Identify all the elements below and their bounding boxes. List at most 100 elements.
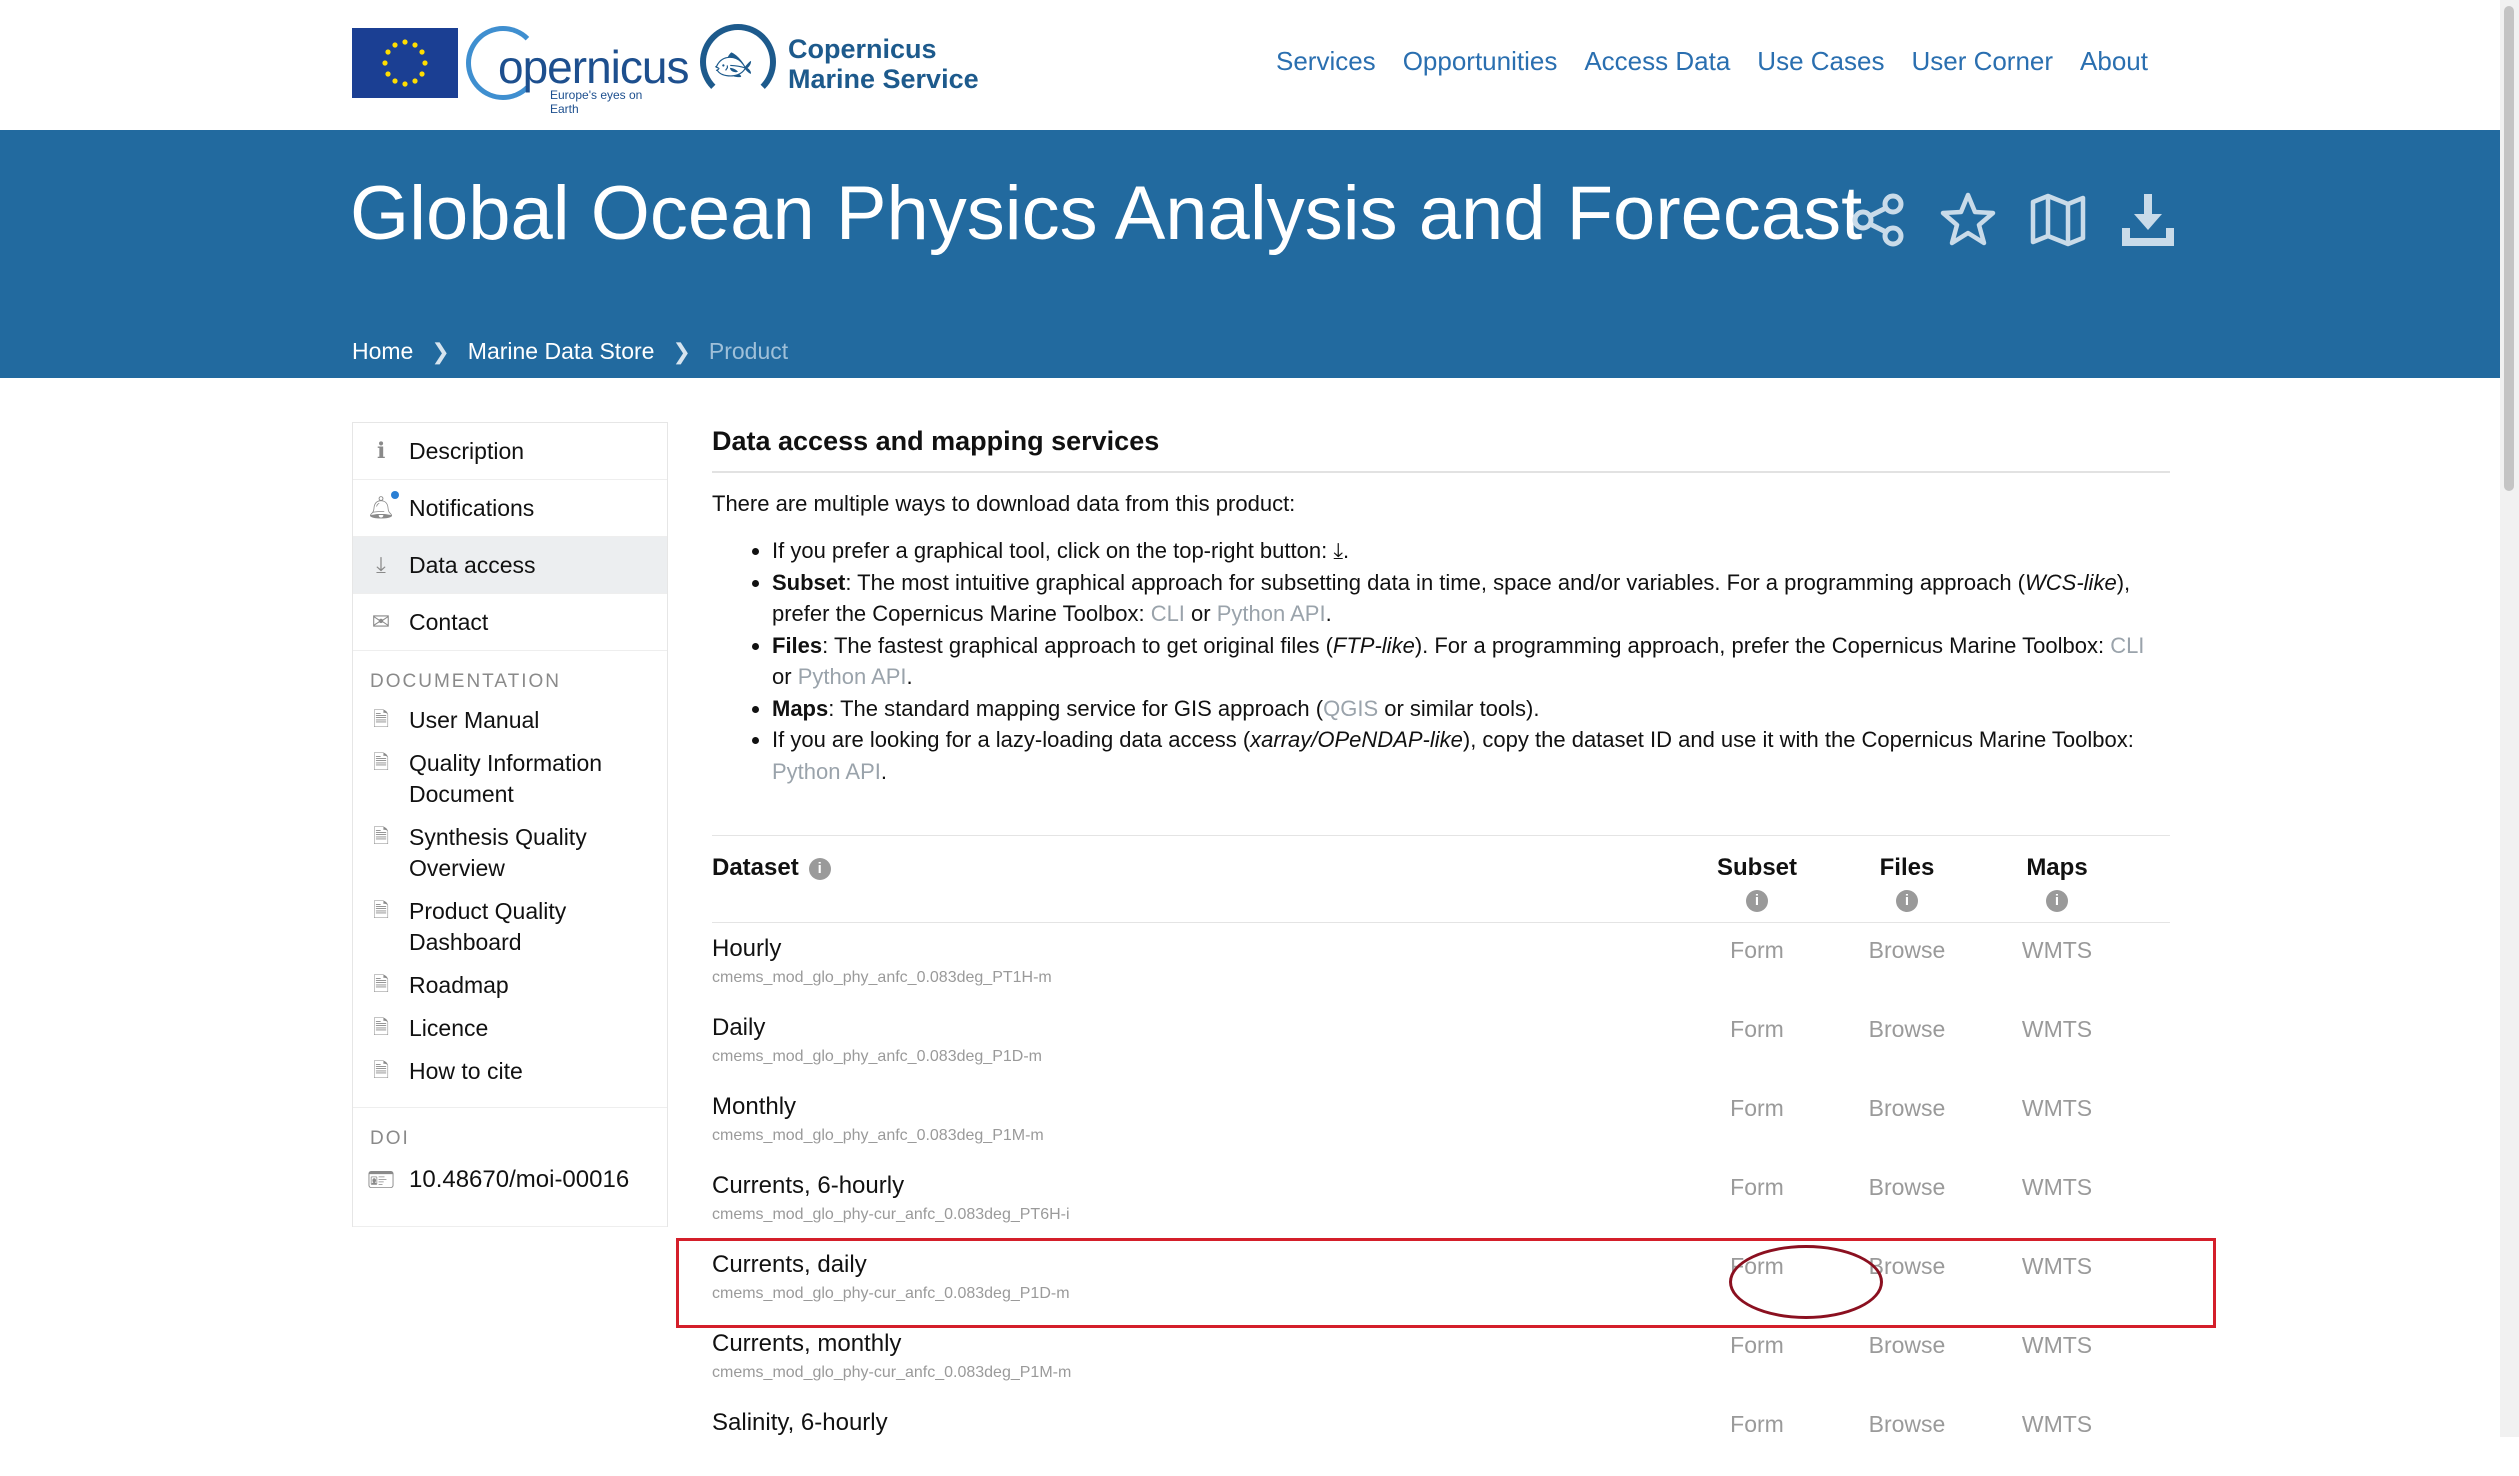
doc-link-quality-information[interactable]: 🗎 Quality Information Document (353, 742, 667, 816)
bullet-italic: WCS-like (2025, 569, 2117, 595)
python-api-link[interactable]: Python API (798, 664, 907, 689)
qgis-link[interactable]: QGIS (1323, 696, 1378, 721)
breadcrumb-marine-data-store[interactable]: Marine Data Store (468, 338, 655, 365)
sidebar-item-contact[interactable]: ✉ Contact (353, 594, 667, 651)
doi-value: 10.48670/moi-00016 (409, 1166, 630, 1193)
breadcrumb-home[interactable]: Home (352, 338, 413, 365)
doc-link-synthesis-quality[interactable]: 🗎 Synthesis Quality Overview (353, 816, 667, 890)
table-row: Hourly cmems_mod_glo_phy_anfc_0.083deg_P… (712, 923, 2170, 1002)
files-browse-link[interactable]: Browse (1832, 1095, 1982, 1122)
list-item: Maps: The standard mapping service for G… (772, 693, 2170, 725)
maps-wmts-link[interactable]: WMTS (1982, 1016, 2132, 1043)
copernicus-logo[interactable]: opernicus Europe's eyes on Earth (466, 26, 689, 116)
subset-form-link[interactable]: Form (1682, 937, 1832, 964)
maps-wmts-link[interactable]: WMTS (1982, 937, 2132, 964)
map-icon[interactable] (2028, 190, 2088, 250)
files-browse-link[interactable]: Browse (1832, 1174, 1982, 1201)
product-sidebar: ℹ Description 🔔︎ Notifications ⤓ Data ac… (352, 422, 668, 1227)
files-browse-link[interactable]: Browse (1832, 1411, 1982, 1438)
python-api-link[interactable]: Python API (1217, 601, 1326, 626)
table-row: Monthly cmems_mod_glo_phy_anfc_0.083deg_… (712, 1081, 2170, 1160)
doc-link-roadmap[interactable]: 🗎 Roadmap (353, 964, 667, 1007)
sidebar-item-label: Description (409, 437, 525, 464)
cli-link[interactable]: CLI (2110, 633, 2144, 658)
sidebar-item-label: Notifications (409, 494, 535, 521)
nav-about[interactable]: About (2080, 46, 2148, 77)
copernicus-wordmark: opernicus (498, 41, 689, 93)
files-browse-link[interactable]: Browse (1832, 1332, 1982, 1359)
document-icon: 🗎 (372, 709, 390, 731)
star-icon[interactable] (1938, 190, 1998, 250)
cms-logo[interactable]: 🐟︎ Copernicus Marine Service (700, 24, 990, 104)
cli-link[interactable]: CLI (1151, 601, 1185, 626)
breadcrumb-product: Product (708, 338, 789, 364)
share-icon[interactable] (1848, 190, 1908, 250)
download-icon: ⤓ (376, 552, 386, 577)
info-icon[interactable]: i (808, 857, 831, 880)
doc-link-how-to-cite[interactable]: 🗎 How to cite (353, 1050, 667, 1093)
sidebar-item-data-access[interactable]: ⤓ Data access (353, 537, 667, 594)
nav-user-corner[interactable]: User Corner (1911, 46, 2053, 77)
doc-label: Product Quality Dashboard (409, 898, 567, 955)
fish-icon: 🐟︎ (714, 49, 753, 82)
code-file-icon: 🗎 (372, 900, 390, 922)
doc-link-licence[interactable]: 🗎 Licence (353, 1007, 667, 1050)
nav-services[interactable]: Services (1276, 46, 1376, 77)
nav-access-data[interactable]: Access Data (1584, 46, 1730, 77)
document-icon: 🗎 (372, 826, 390, 848)
files-browse-link[interactable]: Browse (1832, 1016, 1982, 1043)
id-card-icon: 🪪︎ (367, 1167, 395, 1192)
sidebar-item-description[interactable]: ℹ Description (353, 423, 667, 480)
subset-column-header: Subset i (1682, 854, 1832, 912)
doi-section: DOI 🪪︎ 10.48670/moi-00016 (353, 1108, 667, 1227)
doc-label: Synthesis Quality Overview (409, 824, 587, 881)
files-browse-link[interactable]: Browse (1832, 937, 1982, 964)
subset-form-link[interactable]: Form (1682, 1016, 1832, 1043)
bullet-text: . (1343, 538, 1350, 563)
highlight-ellipse-annotation (1729, 1245, 1883, 1319)
sidebar-item-label: Data access (409, 551, 536, 578)
download-icon[interactable] (2118, 190, 2178, 250)
eu-flag-logo[interactable] (352, 28, 458, 98)
mail-icon: ✉ (371, 609, 391, 634)
info-icon[interactable]: i (2046, 890, 2068, 912)
info-icon[interactable]: i (1896, 890, 1918, 912)
copernicus-tagline: Europe's eyes on Earth (550, 88, 643, 116)
bullet-bold: Files (772, 632, 823, 658)
python-api-link[interactable]: Python API (772, 759, 881, 784)
subset-form-link[interactable]: Form (1682, 1174, 1832, 1201)
vertical-scrollbar[interactable] (2500, 0, 2519, 1437)
subset-form-link[interactable]: Form (1682, 1095, 1832, 1122)
scrollbar-thumb[interactable] (2504, 6, 2514, 491)
subset-form-link[interactable]: Form (1682, 1411, 1832, 1438)
doi-link[interactable]: 🪪︎ 10.48670/moi-00016 (353, 1156, 667, 1212)
maps-wmts-link[interactable]: WMTS (1982, 1174, 2132, 1201)
documentation-section: DOCUMENTATION 🗎 User Manual 🗎 Quality Info… (353, 651, 667, 1108)
section-heading: Data access and mapping services (712, 422, 2170, 473)
doc-link-user-manual[interactable]: 🗎 User Manual (353, 699, 667, 742)
doc-link-quality-dashboard[interactable]: 🗎 Product Quality Dashboard (353, 890, 667, 964)
sidebar-item-notifications[interactable]: 🔔︎ Notifications (353, 480, 667, 537)
doc-label: User Manual (409, 707, 540, 733)
main-nav: Services Opportunities Access Data Use C… (1249, 46, 2148, 77)
bullet-text: ), copy the dataset ID and use it with t… (1462, 727, 2134, 752)
bullet-text: ). For a programming approach, prefer th… (1414, 632, 2111, 658)
maps-wmts-link[interactable]: WMTS (1982, 1411, 2132, 1438)
subset-form-link[interactable]: Form (1682, 1332, 1832, 1359)
dataset-id: cmems_mod_glo_phy-cur_anfc_0.083deg_P1M-… (712, 1364, 1072, 1381)
dataset-id: cmems_mod_glo_phy-cur_anfc_0.083deg_PT6H… (712, 1206, 1070, 1223)
info-icon[interactable]: i (1746, 890, 1768, 912)
banner-actions (1848, 190, 2178, 250)
column-header-label: Maps (2026, 854, 2088, 881)
dataset-name: Currents, monthly (712, 1330, 902, 1357)
maps-wmts-link[interactable]: WMTS (1982, 1095, 2132, 1122)
code-file-icon: 🗎 (372, 1017, 390, 1039)
nav-use-cases[interactable]: Use Cases (1757, 46, 1884, 77)
cms-logo-line1: Copernicus (788, 34, 937, 64)
notification-dot (391, 491, 399, 499)
bullet-text: or similar tools). (1378, 695, 1540, 721)
dataset-name: Daily (712, 1014, 766, 1041)
sidebar-item-label: Contact (409, 608, 489, 635)
maps-wmts-link[interactable]: WMTS (1982, 1332, 2132, 1359)
nav-opportunities[interactable]: Opportunities (1403, 46, 1558, 77)
